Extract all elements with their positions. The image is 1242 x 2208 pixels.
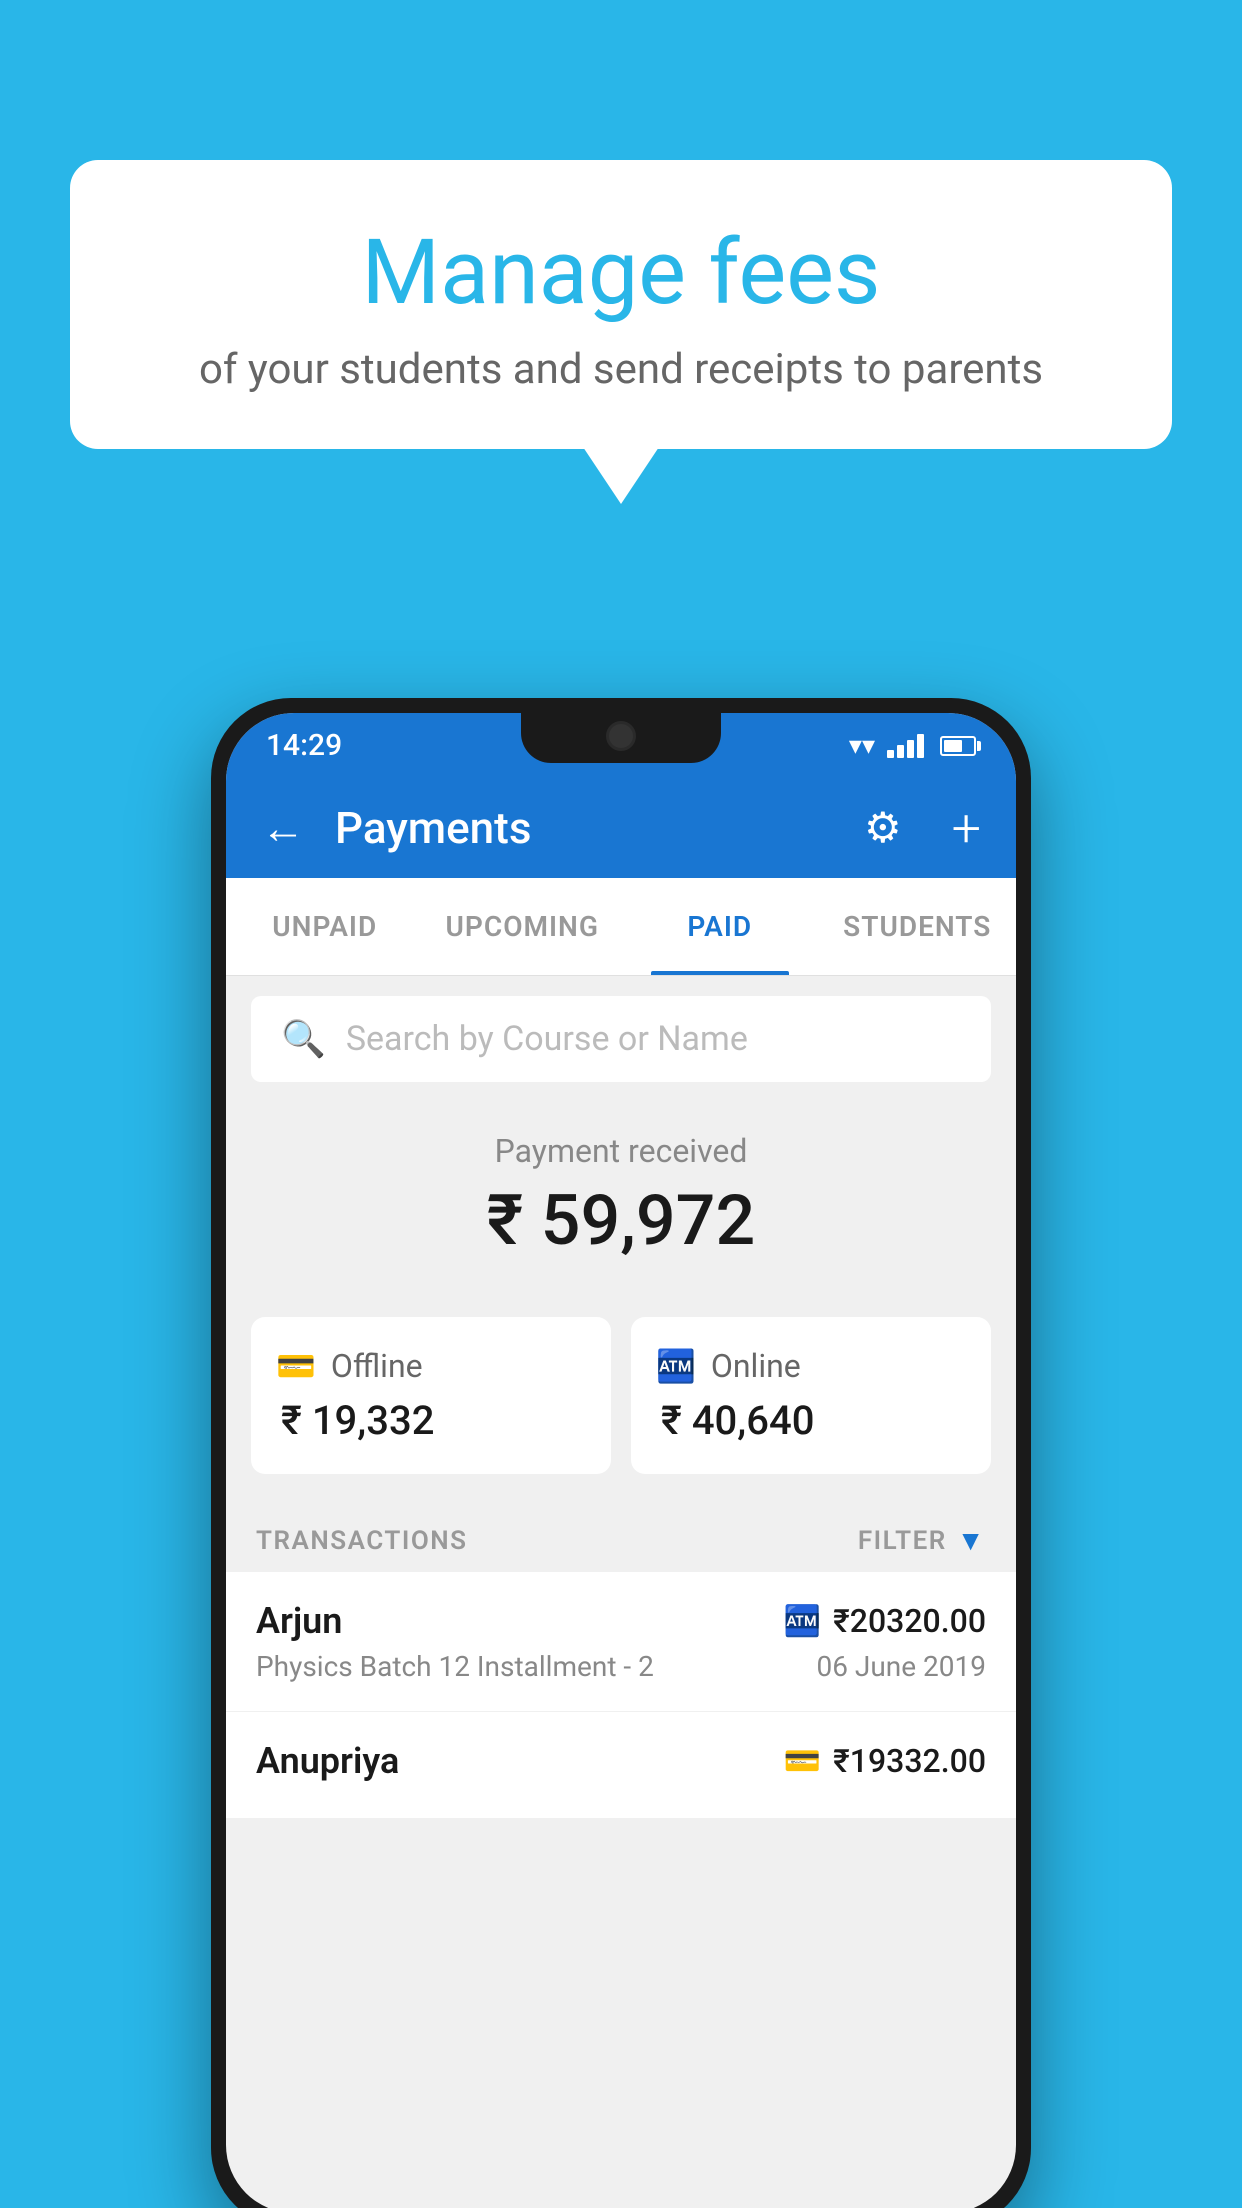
speech-bubble: Manage fees of your students and send re…: [70, 160, 1172, 449]
status-icons: ▾▾: [849, 731, 976, 761]
transaction-course: Physics Batch 12 Installment - 2: [256, 1650, 654, 1683]
tab-upcoming[interactable]: UPCOMING: [424, 878, 622, 975]
payment-type-icon: 💳: [784, 1744, 821, 1779]
bubble-subtitle: of your students and send receipts to pa…: [120, 345, 1122, 394]
phone-notch: [521, 713, 721, 763]
bubble-title: Manage fees: [120, 220, 1122, 325]
transactions-label: TRANSACTIONS: [256, 1526, 468, 1556]
search-bar[interactable]: 🔍 Search by Course or Name: [251, 996, 991, 1082]
tab-students[interactable]: STUDENTS: [819, 878, 1017, 975]
online-icon: 🏧: [656, 1347, 696, 1385]
offline-amount: ₹ 19,332: [276, 1397, 586, 1444]
status-time: 14:29: [266, 728, 342, 763]
gear-icon[interactable]: ⚙: [864, 803, 902, 853]
transaction-name: Arjun: [256, 1600, 342, 1642]
transaction-row[interactable]: Arjun 🏧 ₹20320.00 Physics Batch 12 Insta…: [226, 1572, 1016, 1712]
offline-icon: 💳: [276, 1347, 316, 1385]
wifi-icon: ▾▾: [849, 731, 875, 761]
transaction-amount: ₹19332.00: [833, 1742, 986, 1780]
add-button[interactable]: +: [952, 798, 981, 859]
tab-paid[interactable]: PAID: [621, 878, 819, 975]
search-placeholder: Search by Course or Name: [346, 1019, 748, 1059]
back-button[interactable]: ←: [261, 802, 305, 854]
transaction-top: Arjun 🏧 ₹20320.00: [256, 1600, 986, 1642]
online-label: Online: [711, 1347, 801, 1385]
transaction-date: 06 June 2019: [816, 1650, 986, 1683]
filter-button[interactable]: FILTER ▼: [858, 1524, 986, 1557]
offline-type-row: 💳 Offline: [276, 1347, 586, 1385]
phone-camera: [606, 721, 636, 751]
filter-icon: ▼: [957, 1524, 986, 1557]
phone-frame: 14:29 ▾▾ ← Payments: [211, 698, 1031, 2208]
transaction-top: Anupriya 💳 ₹19332.00: [256, 1740, 986, 1782]
online-card: 🏧 Online ₹ 40,640: [631, 1317, 991, 1474]
payment-received-label: Payment received: [226, 1132, 1016, 1170]
transactions-header: TRANSACTIONS FILTER ▼: [226, 1504, 1016, 1572]
payment-cards: 💳 Offline ₹ 19,332 🏧 Online ₹ 40,640: [226, 1307, 1016, 1504]
signal-icon: [887, 734, 924, 758]
transaction-amount: ₹20320.00: [833, 1602, 986, 1640]
payment-amount: ₹ 59,972: [226, 1180, 1016, 1262]
tab-bar: UNPAID UPCOMING PAID STUDENTS: [226, 878, 1016, 976]
app-header: ← Payments ⚙ +: [226, 778, 1016, 878]
filter-label: FILTER: [858, 1526, 947, 1556]
transaction-row[interactable]: Anupriya 💳 ₹19332.00: [226, 1712, 1016, 1819]
payment-summary: Payment received ₹ 59,972: [226, 1102, 1016, 1307]
payment-type-icon: 🏧: [784, 1604, 821, 1639]
transaction-bottom: Physics Batch 12 Installment - 2 06 June…: [256, 1650, 986, 1683]
offline-card: 💳 Offline ₹ 19,332: [251, 1317, 611, 1474]
transaction-name: Anupriya: [256, 1740, 399, 1782]
tab-unpaid[interactable]: UNPAID: [226, 878, 424, 975]
search-icon: 🔍: [281, 1018, 326, 1060]
online-type-row: 🏧 Online: [656, 1347, 966, 1385]
phone-screen: 14:29 ▾▾ ← Payments: [226, 713, 1016, 2208]
transaction-amount-row: 💳 ₹19332.00: [784, 1742, 986, 1780]
offline-label: Offline: [331, 1347, 423, 1385]
transaction-amount-row: 🏧 ₹20320.00: [784, 1602, 986, 1640]
battery-icon: [940, 736, 976, 756]
online-amount: ₹ 40,640: [656, 1397, 966, 1444]
header-title: Payments: [335, 802, 834, 854]
